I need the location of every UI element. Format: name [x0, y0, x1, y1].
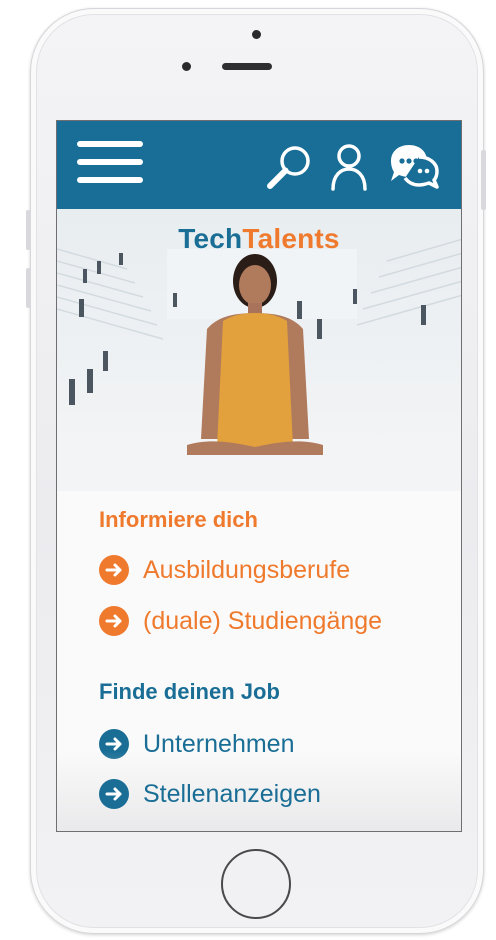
link-label: (duale) Studiengänge: [143, 606, 383, 635]
section-title-jobs: Finde deinen Job: [99, 679, 280, 704]
search-icon[interactable]: [263, 143, 315, 193]
top-navbar: [57, 121, 461, 209]
user-icon[interactable]: [329, 143, 369, 191]
brand-logo: TechTalents: [178, 223, 340, 254]
link-studiengaenge[interactable]: (duale) Studiengänge: [99, 604, 382, 638]
arrow-right-circle-icon: [99, 555, 129, 585]
hero-banner: TechTalents: [57, 209, 461, 491]
earpiece-speaker: [222, 63, 272, 70]
power-button: [481, 150, 486, 210]
arrow-right-circle-icon: [99, 779, 129, 809]
chat-icon[interactable]: [385, 141, 443, 191]
link-label: Ausbildungsberufe: [143, 555, 351, 584]
home-button[interactable]: [221, 849, 291, 919]
proximity-sensor: [182, 62, 191, 71]
link-label: Stellenanzeigen: [143, 779, 321, 808]
front-camera: [252, 30, 261, 39]
volume-down-button: [26, 268, 31, 308]
section-title-info: Informiere dich: [99, 507, 258, 532]
arrow-right-circle-icon: [99, 606, 129, 636]
link-stellenanzeigen[interactable]: Stellenanzeigen: [99, 777, 321, 811]
app-screen: TechTalents Informiere dich Ausbildungsb…: [56, 120, 462, 832]
volume-up-button: [26, 210, 31, 250]
menu-icon[interactable]: [77, 141, 143, 183]
link-ausbildungsberufe[interactable]: Ausbildungsberufe: [99, 553, 350, 587]
